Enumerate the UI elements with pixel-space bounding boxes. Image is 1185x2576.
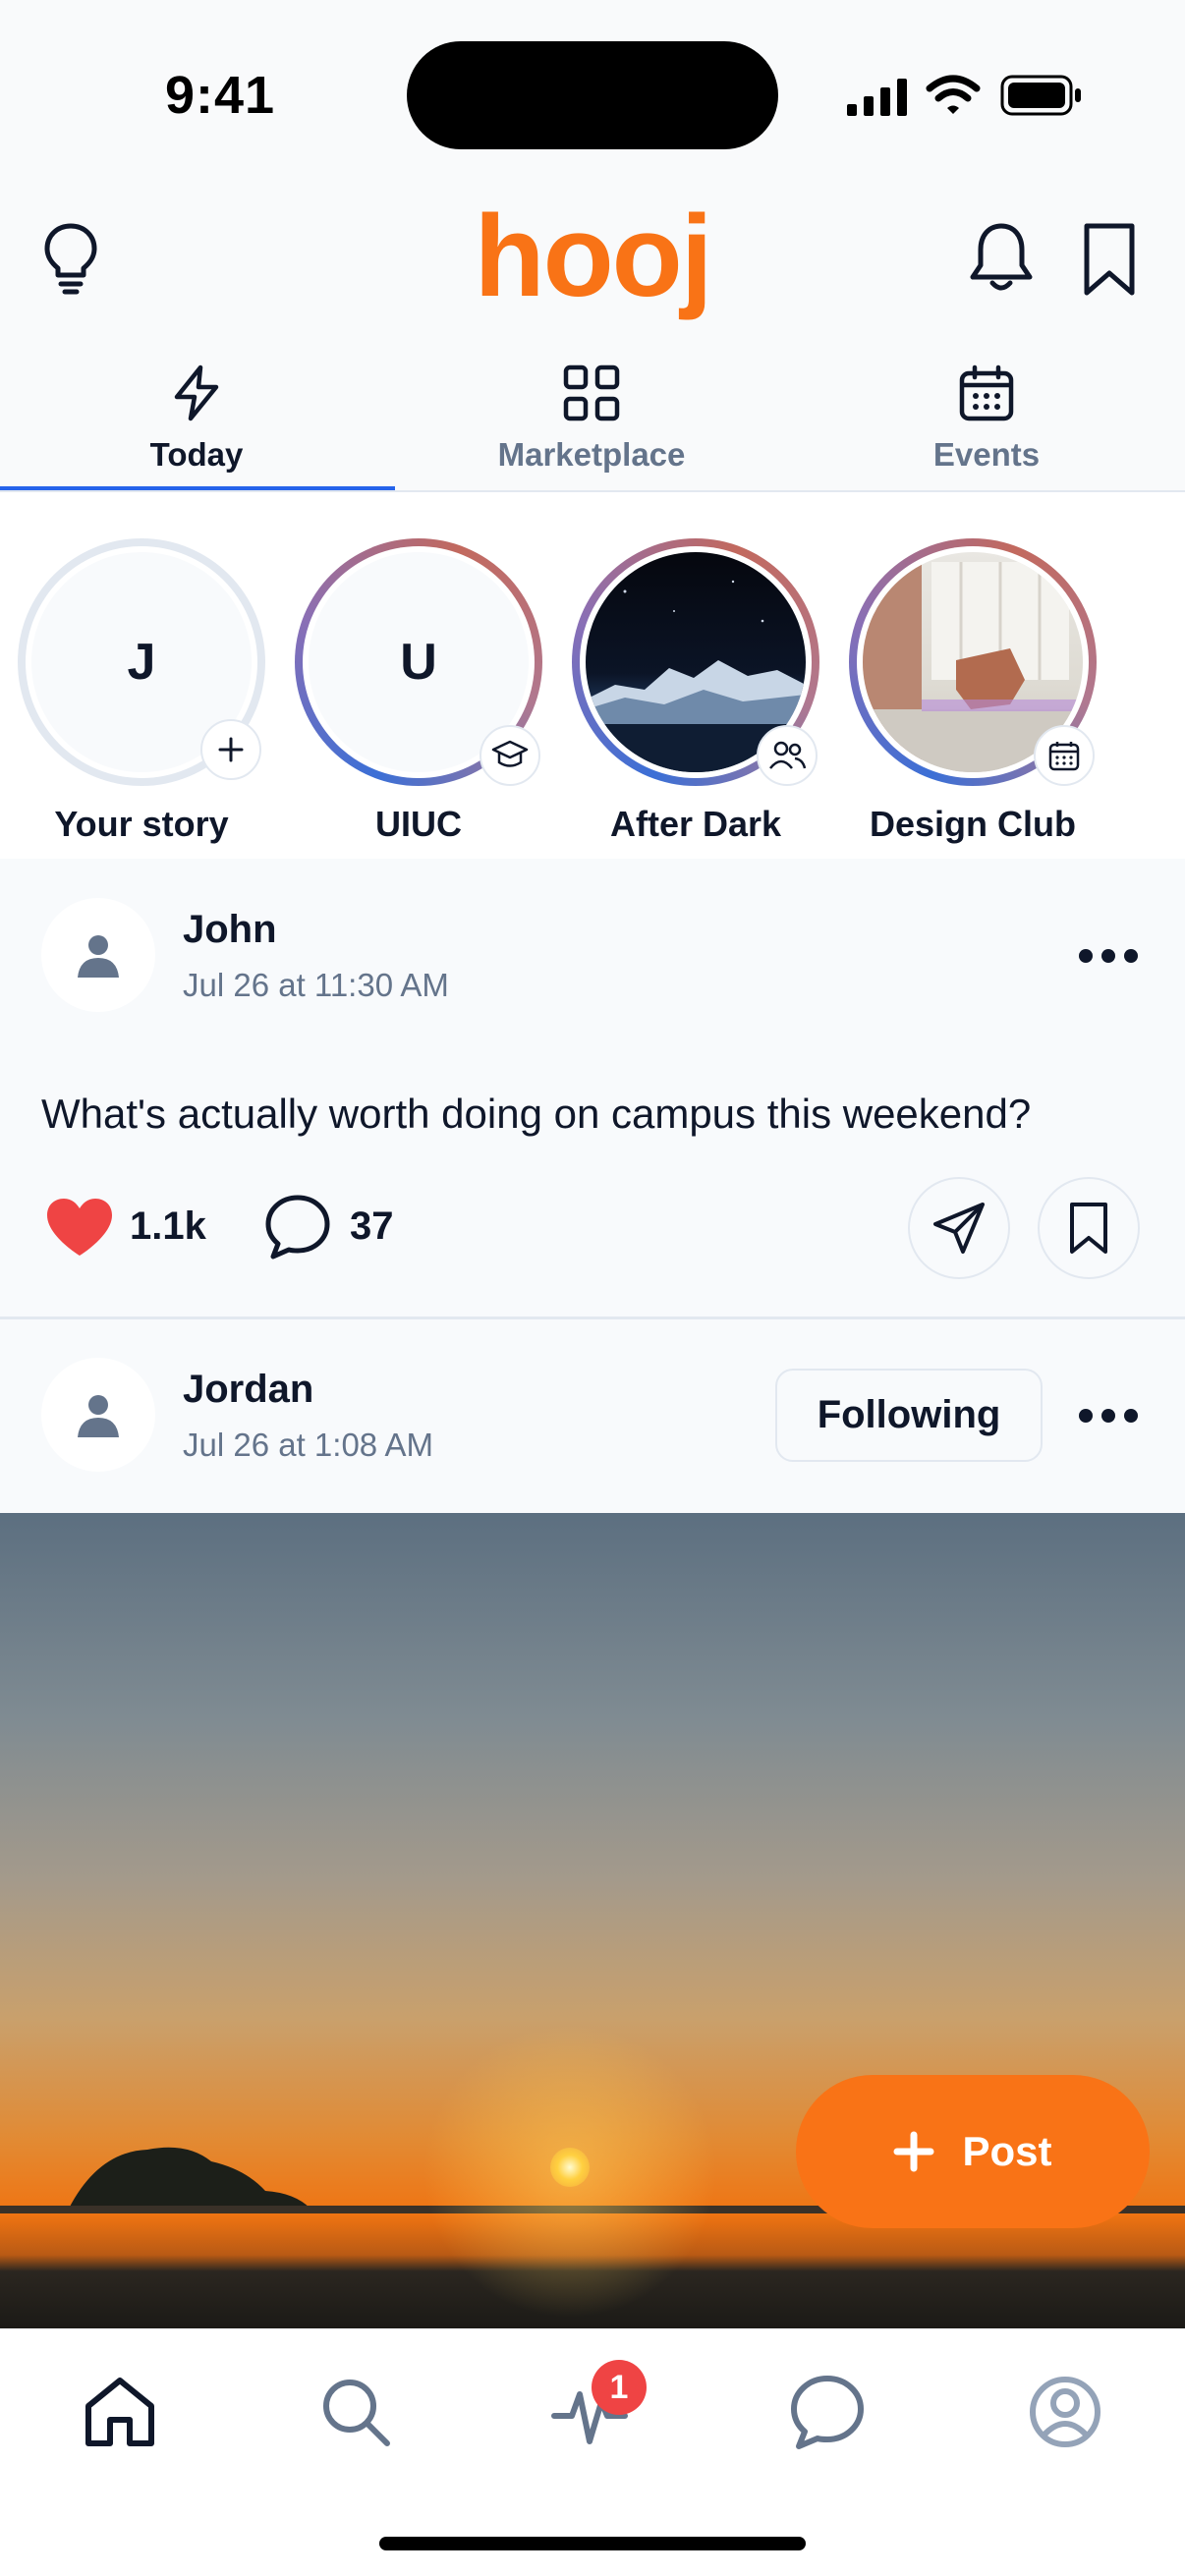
- tab-label: Events: [932, 436, 1041, 473]
- bookmark-icon: [1070, 1203, 1107, 1254]
- save-post-button[interactable]: [1038, 1177, 1140, 1279]
- bookmark-icon[interactable]: [1081, 222, 1138, 297]
- sun: [550, 2148, 590, 2187]
- comment-icon[interactable]: [263, 1193, 332, 1261]
- plus-icon: [218, 737, 244, 762]
- add-story-button[interactable]: [200, 719, 261, 780]
- story-design-club[interactable]: Design Club: [849, 538, 1097, 863]
- people-icon: [769, 741, 807, 769]
- tab-events[interactable]: Events: [790, 354, 1183, 491]
- calendar-icon: [959, 364, 1014, 421]
- notification-badge: 1: [592, 2360, 647, 2415]
- group-badge: [1034, 725, 1095, 786]
- group-badge: [480, 725, 540, 786]
- story-name: After Dark: [609, 804, 782, 844]
- post-author[interactable]: Jordan: [183, 1368, 313, 1412]
- more-options-icon[interactable]: [1079, 949, 1138, 965]
- graduation-cap-icon: [491, 740, 529, 767]
- wifi-icon: [926, 75, 981, 114]
- story-uiuc[interactable]: U UIUC: [295, 538, 542, 863]
- home-indicator: [379, 2537, 806, 2550]
- avatar[interactable]: [41, 898, 155, 1012]
- story-name: UIUC: [375, 804, 462, 844]
- story-name: Your story: [54, 804, 229, 844]
- send-icon: [933, 1203, 985, 1254]
- tab-label: Today: [149, 436, 244, 473]
- story-after-dark[interactable]: After Dark: [572, 538, 819, 863]
- user-icon: [78, 1395, 119, 1437]
- calendar-icon: [1048, 742, 1080, 771]
- tab-marketplace[interactable]: Marketplace: [395, 354, 788, 491]
- dynamic-island: [407, 41, 778, 149]
- more-options-icon[interactable]: [1079, 1409, 1138, 1425]
- share-button[interactable]: [908, 1177, 1010, 1279]
- tab-today[interactable]: Today: [0, 354, 393, 491]
- profile-icon[interactable]: [1026, 2373, 1104, 2451]
- plus-icon: [893, 2131, 934, 2172]
- comment-count: 37: [350, 1204, 394, 1248]
- story-your-story[interactable]: J Your story: [18, 538, 265, 863]
- battery-icon: [1000, 75, 1081, 116]
- avatar[interactable]: [41, 1358, 155, 1472]
- new-post-button[interactable]: Post: [796, 2075, 1150, 2228]
- story-name: Design Club: [869, 804, 1076, 844]
- bell-icon[interactable]: [967, 220, 1036, 295]
- cellular-signal-icon: [847, 79, 907, 116]
- search-icon[interactable]: [316, 2373, 395, 2451]
- lightbulb-icon[interactable]: [39, 220, 102, 295]
- tab-label: Marketplace: [497, 436, 686, 473]
- post-timestamp: Jul 26 at 1:08 AM: [183, 1427, 433, 1463]
- fab-label: Post: [962, 2128, 1052, 2174]
- group-badge: [757, 725, 818, 786]
- status-time: 9:41: [165, 66, 276, 125]
- grid-icon: [563, 364, 620, 421]
- chat-icon[interactable]: [788, 2373, 867, 2451]
- post-timestamp: Jul 26 at 11:30 AM: [183, 967, 449, 1003]
- post-text: What's actually worth doing on campus th…: [41, 1091, 1032, 1137]
- following-button[interactable]: Following: [775, 1369, 1043, 1462]
- post-author[interactable]: John: [183, 908, 277, 952]
- home-icon[interactable]: [81, 2373, 159, 2451]
- lightning-icon: [174, 364, 219, 421]
- user-icon: [78, 935, 119, 978]
- like-count: 1.1k: [130, 1204, 206, 1248]
- heart-icon[interactable]: [45, 1197, 114, 1258]
